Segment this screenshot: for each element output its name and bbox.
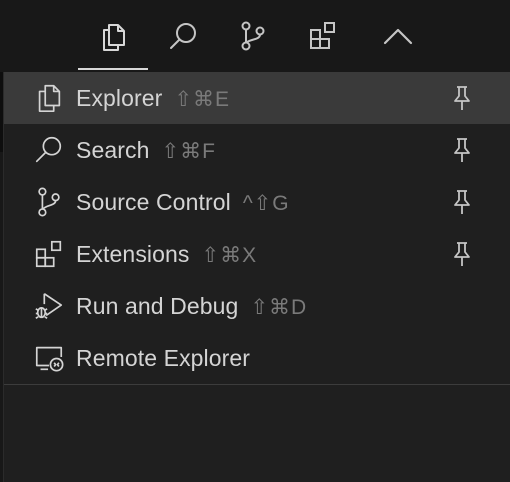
activity-source-control-button[interactable] — [223, 10, 283, 62]
shortcut-label: ^⇧G — [242, 191, 290, 215]
shortcut-label: ⇧⌘D — [250, 295, 308, 319]
shortcut-label: ⇧⌘E — [174, 87, 231, 111]
menu-item-search[interactable]: Search ⇧⌘F — [4, 124, 510, 176]
source-control-icon — [32, 185, 66, 219]
pin-icon[interactable] — [450, 187, 474, 217]
menu-item-run-and-debug[interactable]: Run and Debug ⇧⌘D — [4, 280, 510, 332]
menu-item-extensions[interactable]: Extensions ⇧⌘X — [4, 228, 510, 280]
shortcut-label: ⇧⌘X — [201, 243, 258, 267]
menu-item-label: Run and Debug ⇧⌘D — [76, 292, 308, 319]
views-menu: Explorer ⇧⌘E Search ⇧⌘F Source Control ^… — [3, 72, 510, 482]
menu-divider — [4, 384, 510, 385]
menu-item-explorer[interactable]: Explorer ⇧⌘E — [4, 72, 510, 124]
menu-item-label: Source Control ^⇧G — [76, 188, 290, 215]
menu-item-label: Remote Explorer — [76, 344, 251, 371]
pin-icon[interactable] — [450, 83, 474, 113]
menu-item-label: Explorer ⇧⌘E — [76, 84, 231, 111]
menu-item-label: Extensions ⇧⌘X — [76, 240, 258, 267]
run-debug-icon — [32, 289, 66, 323]
activity-extensions-button[interactable] — [293, 10, 353, 62]
search-icon — [170, 23, 196, 49]
activity-explorer-button[interactable] — [83, 10, 143, 62]
activity-collapse-button[interactable] — [368, 10, 428, 62]
extensions-icon — [32, 237, 66, 271]
activity-search-button[interactable] — [153, 10, 213, 62]
pin-icon[interactable] — [450, 239, 474, 269]
activity-bar — [0, 0, 510, 72]
menu-item-source-control[interactable]: Source Control ^⇧G — [4, 176, 510, 228]
source-control-icon — [241, 21, 265, 51]
pin-icon[interactable] — [450, 135, 474, 165]
extensions-icon — [310, 22, 335, 49]
active-indicator — [78, 68, 148, 70]
shortcut-label: ⇧⌘F — [161, 139, 216, 163]
remote-explorer-icon — [32, 341, 66, 375]
files-icon — [32, 81, 66, 115]
menu-item-label: Search ⇧⌘F — [76, 136, 216, 163]
files-icon — [103, 24, 125, 51]
menu-item-remote-explorer[interactable]: Remote Explorer — [4, 332, 510, 384]
window: Explorer ⇧⌘E Search ⇧⌘F Source Control ^… — [0, 0, 510, 482]
chevron-up-icon — [383, 28, 413, 45]
search-icon — [32, 133, 66, 167]
